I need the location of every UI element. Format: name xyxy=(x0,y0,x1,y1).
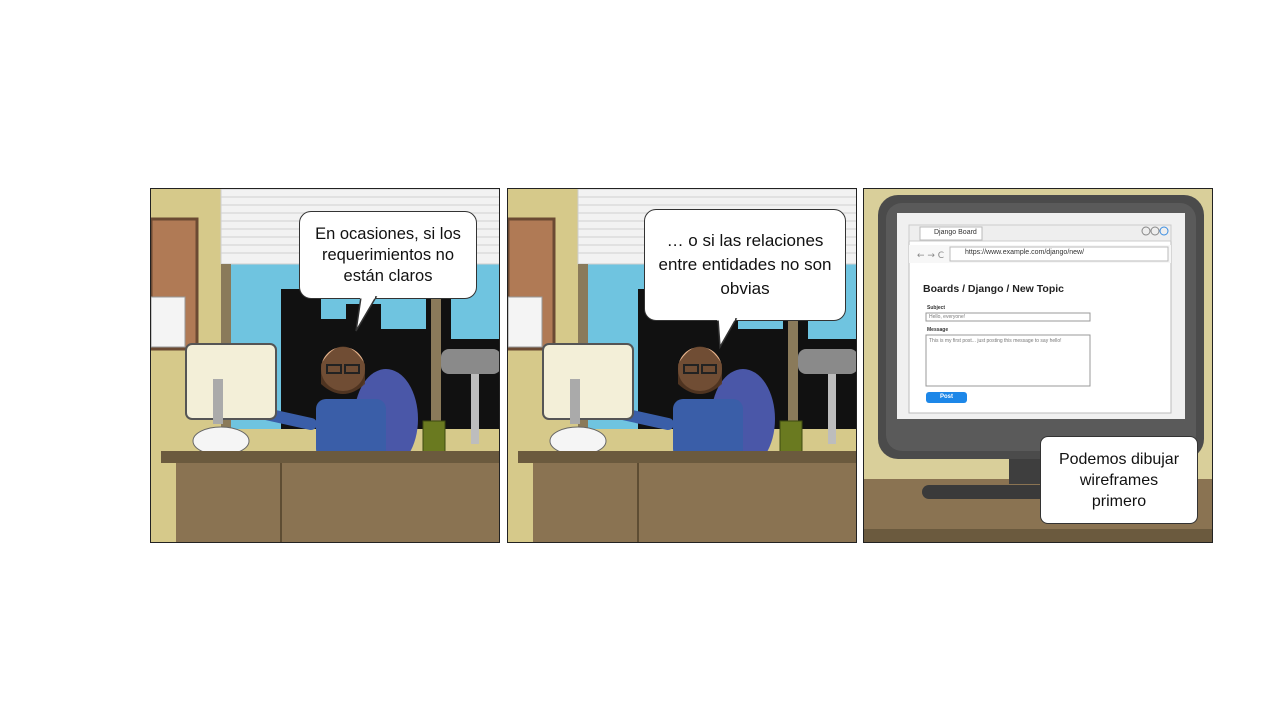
comic-panel-1: En ocasiones, si los requerimientos no e… xyxy=(150,188,500,543)
browser-tab-label: Django Board xyxy=(934,229,977,236)
speech-bubble: En ocasiones, si los requerimientos no e… xyxy=(299,211,477,299)
subject-label: Subject xyxy=(927,305,946,311)
browser-url: https://www.example.com/django/new/ xyxy=(965,249,1085,256)
svg-text:← → C: ← → C xyxy=(917,251,944,261)
wireframe-heading: Boards / Django / New Topic xyxy=(923,283,1064,295)
message-label: Message xyxy=(927,327,949,333)
post-button: Post xyxy=(939,394,953,400)
speech-text: En ocasiones, si los requerimientos no e… xyxy=(315,224,461,285)
comic-panel-2: … o si las relaciones entre entidades no… xyxy=(507,188,857,543)
caption-box: Podemos dibujar wireframes primero xyxy=(1040,436,1198,524)
caption-text: Podemos dibujar wireframes primero xyxy=(1058,450,1180,510)
subject-value: Hello, everyone! xyxy=(929,314,966,320)
message-value: This is my first post... just posting th… xyxy=(929,338,1062,344)
speech-bubble: … o si las relaciones entre entidades no… xyxy=(644,209,846,321)
speech-text: … o si las relaciones entre entidades no… xyxy=(658,231,832,298)
comic-panel-3: ← → C Django Board https://www.example.c… xyxy=(863,188,1213,543)
